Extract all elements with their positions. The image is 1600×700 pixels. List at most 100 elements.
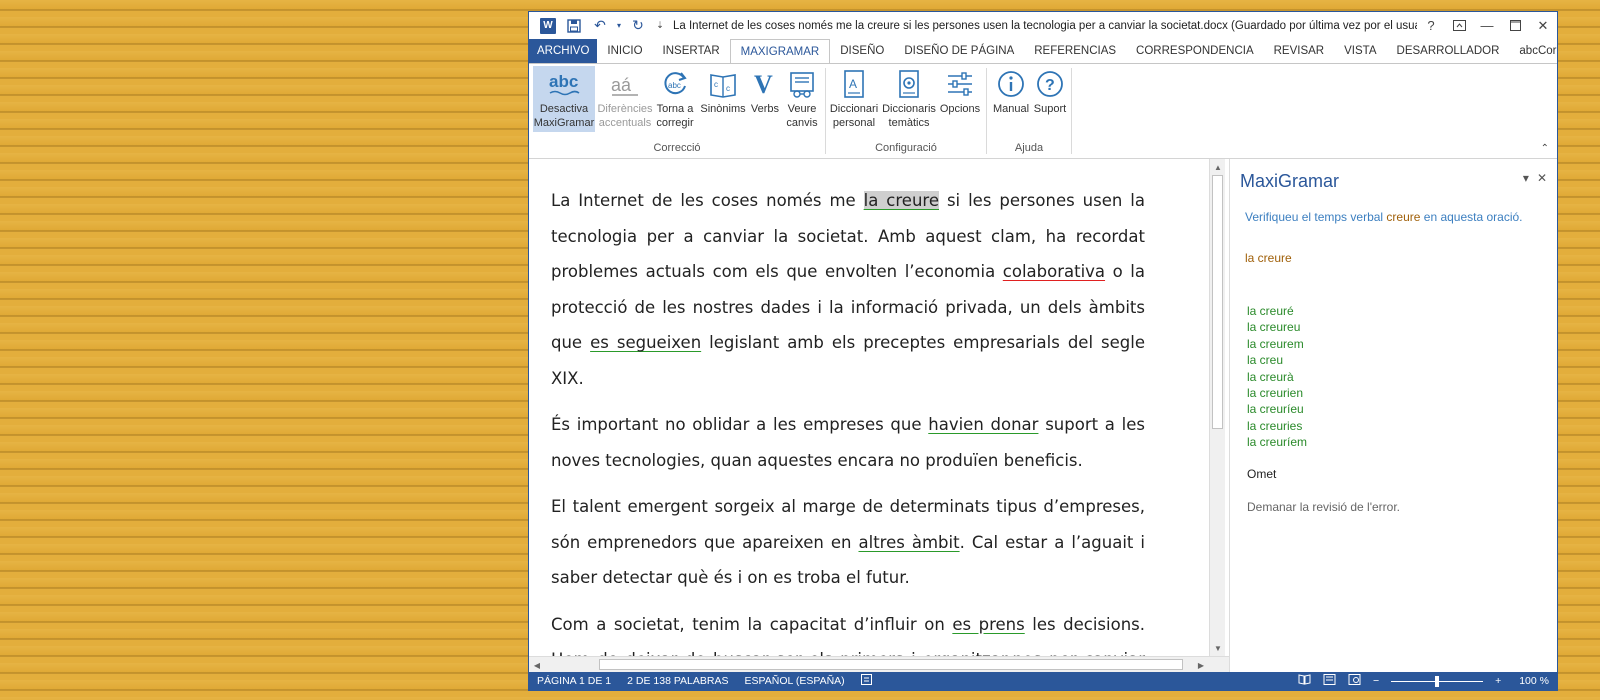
suggestion-item[interactable]: la creuries xyxy=(1247,418,1307,434)
page-count[interactable]: PÁGINA 1 DE 1 xyxy=(529,675,619,687)
scroll-down-icon[interactable]: ▼ xyxy=(1210,641,1226,655)
help-button[interactable]: ? xyxy=(1417,12,1445,39)
tab-referencias[interactable]: REFERENCIAS xyxy=(1024,39,1126,63)
group-label-correccio: Correcció xyxy=(653,142,701,154)
diccionaris-tematics-button[interactable]: Diccionaris temàtics xyxy=(882,66,936,132)
tab-diseno[interactable]: DISEÑO xyxy=(830,39,894,63)
vertical-scrollbar[interactable]: ▲ ▼ xyxy=(1209,159,1225,656)
word-logo-icon[interactable]: W xyxy=(537,16,559,36)
suggestion-item[interactable]: la creurà xyxy=(1247,369,1307,385)
manual-label: Manual xyxy=(992,103,1030,115)
verbs-button[interactable]: V Verbs xyxy=(749,66,781,132)
status-right-controls: − + 100 % xyxy=(1298,674,1557,688)
customize-toolbar-icon[interactable]: ⇣ xyxy=(653,16,667,36)
paragraph[interactable]: La Internet de les coses només me la cre… xyxy=(551,183,1145,396)
status-bar: PÁGINA 1 DE 1 2 DE 138 PALABRAS ESPAÑOL … xyxy=(529,672,1557,690)
suport-button[interactable]: ? Suport xyxy=(1031,66,1069,132)
document-page[interactable]: La Internet de les coses només me la cre… xyxy=(551,183,1145,656)
suggestion-item[interactable]: la creuré xyxy=(1247,303,1307,319)
maximize-icon[interactable] xyxy=(1501,12,1529,39)
suport-label: Suport xyxy=(1033,103,1067,115)
proofing-icon[interactable] xyxy=(853,674,880,688)
pane-options-icon[interactable]: ▾ xyxy=(1523,171,1529,185)
tab-vista[interactable]: VISTA xyxy=(1334,39,1386,63)
document-title: La Internet de les coses només me la cre… xyxy=(673,19,1417,32)
close-icon[interactable]: ✕ xyxy=(1529,12,1557,39)
scroll-right-icon[interactable]: ▶ xyxy=(1193,657,1209,673)
torna-a-corregir-button[interactable]: abc Torna a corregir xyxy=(653,66,697,132)
zoom-in-icon[interactable]: + xyxy=(1495,675,1501,687)
suggestion-list: la creuré la creureu la creurem la creu … xyxy=(1247,303,1307,451)
grammar-error-highlighted[interactable]: la creure xyxy=(863,191,939,210)
suggestion-item[interactable]: la creuríeu xyxy=(1247,401,1307,417)
pane-close-icon[interactable]: ✕ xyxy=(1537,171,1547,185)
suggestion-item[interactable]: la creuríem xyxy=(1247,434,1307,450)
suggestion-item[interactable]: la creu xyxy=(1247,352,1307,368)
undo-dropdown-icon[interactable]: ▾ xyxy=(615,16,623,36)
manual-button[interactable]: Manual xyxy=(991,66,1031,132)
read-mode-icon[interactable] xyxy=(1298,674,1311,688)
synonyms-book-icon: cc xyxy=(708,66,738,102)
grammar-error[interactable]: havien donar xyxy=(928,415,1038,434)
suggestion-item[interactable]: la creureu xyxy=(1247,319,1307,335)
zoom-level[interactable]: 100 % xyxy=(1513,675,1549,687)
svg-text:c: c xyxy=(726,84,730,93)
zoom-slider[interactable] xyxy=(1391,675,1484,687)
word-window: W ↶ ▾ ↻ ⇣ La Internet de les coses només… xyxy=(528,11,1558,691)
desactiva-label-line2: MaxiGramar xyxy=(533,117,595,129)
tab-revisar[interactable]: REVISAR xyxy=(1264,39,1335,63)
tab-correspondencia[interactable]: CORRESPONDENCIA xyxy=(1126,39,1264,63)
redo-icon[interactable]: ↻ xyxy=(627,16,649,36)
error-message: Verifiqueu el temps verbal creure en aqu… xyxy=(1245,211,1545,224)
tab-maxigramar[interactable]: MAXIGRAMAR xyxy=(729,39,831,63)
tab-inicio[interactable]: INICIO xyxy=(597,39,652,63)
tab-diseno-de-pagina[interactable]: DISEÑO DE PÁGINA xyxy=(894,39,1024,63)
veure-canvis-button[interactable]: Veure canvis xyxy=(783,66,821,132)
horizontal-scroll-thumb[interactable] xyxy=(599,659,1183,670)
tab-insertar[interactable]: INSERTAR xyxy=(653,39,730,63)
print-layout-icon[interactable] xyxy=(1323,674,1336,688)
collapse-ribbon-icon[interactable]: ⌃ xyxy=(1541,143,1549,154)
save-icon[interactable] xyxy=(563,16,585,36)
tab-abccorrector[interactable]: abcCorrectc xyxy=(1509,39,1557,63)
scroll-up-icon[interactable]: ▲ xyxy=(1210,160,1226,174)
omit-button[interactable]: Omet xyxy=(1247,467,1276,481)
undo-icon[interactable]: ↶ xyxy=(589,16,611,36)
paragraph[interactable]: Com a societat, tenim la capacitat d’inf… xyxy=(551,607,1145,657)
sinonims-button[interactable]: cc Sinònims xyxy=(699,66,747,132)
window-controls: ? — ✕ xyxy=(1417,12,1557,39)
tab-desarrollador[interactable]: DESARROLLADOR xyxy=(1387,39,1510,63)
title-bar: W ↶ ▾ ↻ ⇣ La Internet de les coses només… xyxy=(529,12,1557,39)
desactiva-maxigramar-button[interactable]: abc Desactiva MaxiGramar xyxy=(533,66,595,132)
language-indicator[interactable]: ESPAÑOL (ESPAÑA) xyxy=(737,675,853,687)
word-count[interactable]: 2 DE 138 PALABRAS xyxy=(619,675,736,687)
spelling-error[interactable]: colaborativa xyxy=(1003,262,1105,281)
paragraph[interactable]: El talent emergent sorgeix al marge de d… xyxy=(551,489,1145,596)
options-sliders-icon xyxy=(946,66,974,102)
svg-text:?: ? xyxy=(1045,77,1055,94)
current-error-text: la creure xyxy=(1245,251,1292,265)
minimize-icon[interactable]: — xyxy=(1473,12,1501,39)
vertical-scroll-thumb[interactable] xyxy=(1212,175,1223,429)
grammar-error[interactable]: es segueixen xyxy=(590,333,701,352)
paragraph[interactable]: És important no oblidar a les empreses q… xyxy=(551,407,1145,478)
suggestion-item[interactable]: la creurien xyxy=(1247,385,1307,401)
tematics-label-line1: Diccionaris xyxy=(882,103,936,115)
horizontal-scrollbar[interactable]: ◀ ▶ xyxy=(529,656,1229,672)
zoom-slider-knob[interactable] xyxy=(1435,675,1440,687)
grammar-error[interactable]: es prens xyxy=(952,615,1024,634)
zoom-out-icon[interactable]: − xyxy=(1373,675,1379,687)
verbs-v-icon: V xyxy=(751,66,779,102)
web-layout-icon[interactable] xyxy=(1348,674,1361,688)
svg-text:abc: abc xyxy=(668,81,681,90)
scroll-left-icon[interactable]: ◀ xyxy=(529,657,545,673)
suggestion-item[interactable]: la creurem xyxy=(1247,336,1307,352)
diferencies-accentuals-button[interactable]: aá Diferències accentuals xyxy=(597,66,653,132)
request-review-link[interactable]: Demanar la revisió de l'error. xyxy=(1247,500,1400,514)
tab-archivo[interactable]: ARCHIVO xyxy=(529,39,598,63)
opcions-button[interactable]: Opcions xyxy=(938,66,982,132)
document-area[interactable]: La Internet de les coses només me la cre… xyxy=(529,159,1229,656)
grammar-error[interactable]: altres àmbit xyxy=(859,533,960,552)
ribbon-display-options-icon[interactable] xyxy=(1445,12,1473,39)
diccionari-personal-button[interactable]: A Diccionari personal xyxy=(828,66,880,132)
